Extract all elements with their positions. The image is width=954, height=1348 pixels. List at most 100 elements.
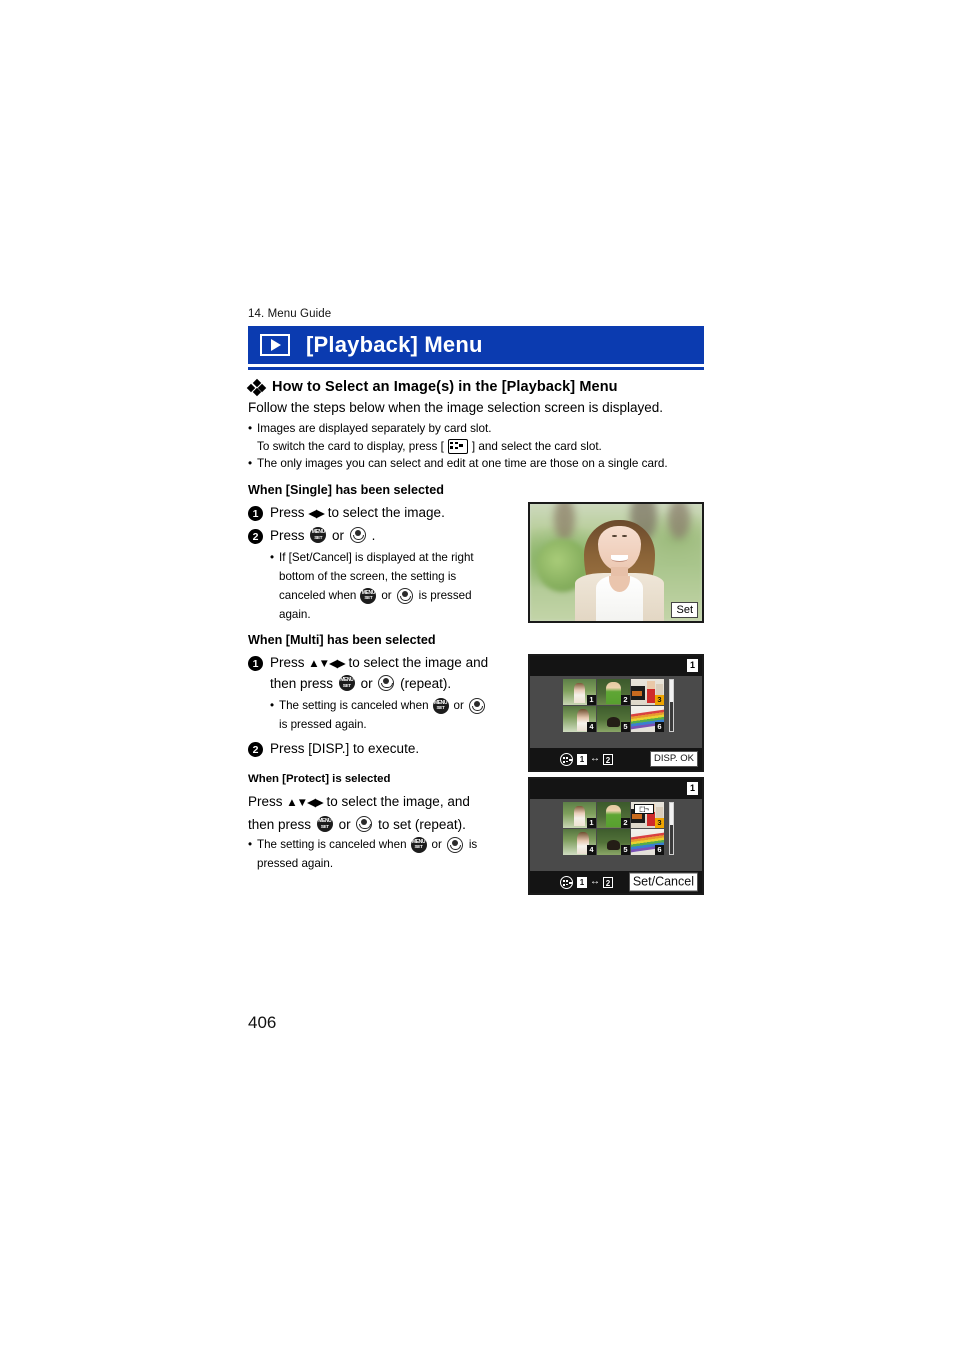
eye [621, 535, 628, 538]
page-number: 406 [248, 1013, 277, 1032]
steps-single: 1 Press ◀▶ to select the image. 2 Press … [248, 503, 516, 624]
card-slot-icon [560, 875, 573, 889]
step-text: Press ◀▶ to select the image. [270, 503, 445, 524]
menu-set-button-icon: MENU SET [338, 675, 355, 691]
joystick-icon [396, 587, 413, 604]
notes-list: • Images are displayed separately by car… [248, 420, 708, 473]
thumbnail-number: 5 [621, 845, 630, 855]
thumbnail-grid: 1 2 3 4 5 6 [563, 679, 664, 732]
thumbnail-item[interactable]: 5 [597, 829, 630, 855]
screen-bottom-bar: 1 ↔ 2 DISP. OK [530, 748, 702, 770]
step-cont: then press [248, 817, 312, 832]
set-cancel-button[interactable]: Set/Cancel [628, 872, 698, 892]
thumbnail-item[interactable]: ⬚¬ 3 [631, 802, 664, 828]
thumbnail-item[interactable]: 3 [631, 679, 664, 705]
thumbnail-number-selected: 3 [655, 818, 664, 828]
thumbnail-number: 5 [621, 722, 630, 732]
eye [611, 535, 618, 538]
thumbnail-item[interactable]: 2 [597, 802, 630, 828]
menu-set-button-icon: MENU SET [310, 527, 327, 543]
subheading-single: When [Single] has been selected [248, 483, 444, 497]
step-verb: Press [270, 655, 305, 670]
or-word: or [381, 589, 392, 602]
sub-bullet-text: bottom of the screen, the setting is [279, 570, 457, 583]
menuset-line2: SET [436, 705, 445, 710]
section-heading-text: How to Select an Image(s) in the [Playba… [272, 379, 618, 395]
thumbnail-item[interactable]: 4 [563, 706, 596, 732]
step-single-1: 1 Press ◀▶ to select the image. [248, 503, 516, 524]
slot-from: 1 [577, 876, 587, 888]
step-text: Press ▲▼◀▶ to select the image and then … [270, 653, 488, 694]
section-intro: Follow the steps below when the image se… [248, 400, 663, 415]
or-word: or [431, 838, 442, 851]
step-multi-1: 1 Press ▲▼◀▶ to select the image and the… [248, 653, 516, 694]
thumbnail-item[interactable]: 2 [597, 679, 630, 705]
note-sub-item: To switch the card to display, press [ ]… [257, 438, 708, 455]
sub-bullet-text: is pressed [418, 589, 472, 602]
sub-bullet-line: bottom of the screen, the setting is [270, 567, 516, 586]
protect-key-icon: ⬚¬ [633, 804, 655, 814]
or-word: or [453, 699, 464, 712]
note-text: Images are displayed separately by card … [257, 422, 492, 435]
joystick-icon [468, 697, 485, 714]
bullet-dot: • [248, 838, 253, 851]
subheading-multi: When [Multi] has been selected [248, 633, 436, 647]
manual-page: 14. Menu Guide [Playback] Menu How to Se… [0, 0, 954, 1348]
set-repeat-note: to set (repeat). [378, 817, 466, 832]
camera-screen-single: Set [528, 502, 704, 623]
thumbnail-item[interactable]: 6 [631, 829, 664, 855]
set-button[interactable]: Set [671, 602, 698, 618]
card-slot-icon [447, 439, 468, 454]
menuset-line2: SET [314, 534, 323, 540]
thumbnail-item[interactable]: 1 [563, 679, 596, 705]
camera-screen-multi: 1 1 2 3 4 5 6 1 ↔ 2 DISP. OK [528, 654, 704, 772]
card-slot-switch[interactable]: 1 ↔ 2 [560, 752, 613, 766]
thumbnail-number: 1 [587, 818, 596, 828]
thumbnail-grid: 1 2 ⬚¬ 3 4 5 6 [563, 802, 664, 855]
step-verb: Press [270, 528, 305, 543]
scrollbar[interactable] [669, 802, 674, 855]
single-sub-bullets: • If [Set/Cancel] is displayed at the ri… [270, 548, 516, 624]
step-rest: to select the image, and [326, 794, 470, 809]
slot-to: 2 [603, 876, 613, 888]
steps-multi: 1 Press ▲▼◀▶ to select the image and the… [248, 653, 516, 761]
thumbnail-number: 2 [621, 818, 630, 828]
joystick-icon [349, 527, 366, 543]
disp-ok-button[interactable]: DISP. OK [650, 751, 698, 767]
or-word: or [360, 676, 373, 691]
step-cont: then press [270, 676, 334, 691]
screen-top-bar [530, 779, 702, 799]
thumbnail-item[interactable]: 5 [597, 706, 630, 732]
joystick-icon [446, 836, 463, 853]
thumbnail-number: 4 [587, 845, 596, 855]
menuset-line2: SET [342, 682, 351, 688]
or-word: or [332, 528, 345, 543]
sub-bullet-line: pressed again. [248, 854, 516, 873]
note-sub-suffix: ] and select the card slot. [471, 440, 602, 453]
menuset-line2: SET [414, 844, 423, 849]
sub-bullet-text: The setting is canceled when [257, 838, 407, 851]
thumbnail-item[interactable]: 4 [563, 829, 596, 855]
thumbnail-item[interactable]: 6 [631, 706, 664, 732]
thumbnail-number: 1 [587, 695, 596, 705]
sub-bullet-text: If [Set/Cancel] is displayed at the righ… [279, 551, 474, 564]
card-slot-switch[interactable]: 1 ↔ 2 [560, 875, 613, 889]
card-slot-badge: 1 [687, 659, 698, 672]
step-number: 1 [248, 656, 263, 671]
menuset-line2: SET [364, 595, 373, 600]
repeat-note: (repeat). [400, 676, 452, 691]
step-multi-2: 2 Press [DISP.] to execute. [248, 739, 516, 759]
left-right-arrows-icon: ◀▶ [308, 508, 325, 520]
joystick-icon [356, 816, 373, 832]
scrollbar[interactable] [669, 679, 674, 732]
step-rest: to select the image and [348, 655, 489, 670]
slot-arrow-icon: ↔ [590, 753, 600, 764]
thumbnail-item[interactable]: 1 [563, 802, 596, 828]
note-sub-prefix: To switch the card to display, press [ [257, 440, 444, 453]
protect-instruction: Press ▲▼◀▶ to select the image, and then… [248, 791, 516, 835]
thumbnail-number-selected: 3 [655, 695, 664, 705]
subheading-protect: When [Protect] is selected [248, 773, 391, 785]
note-item: • The only images you can select and edi… [248, 455, 708, 472]
